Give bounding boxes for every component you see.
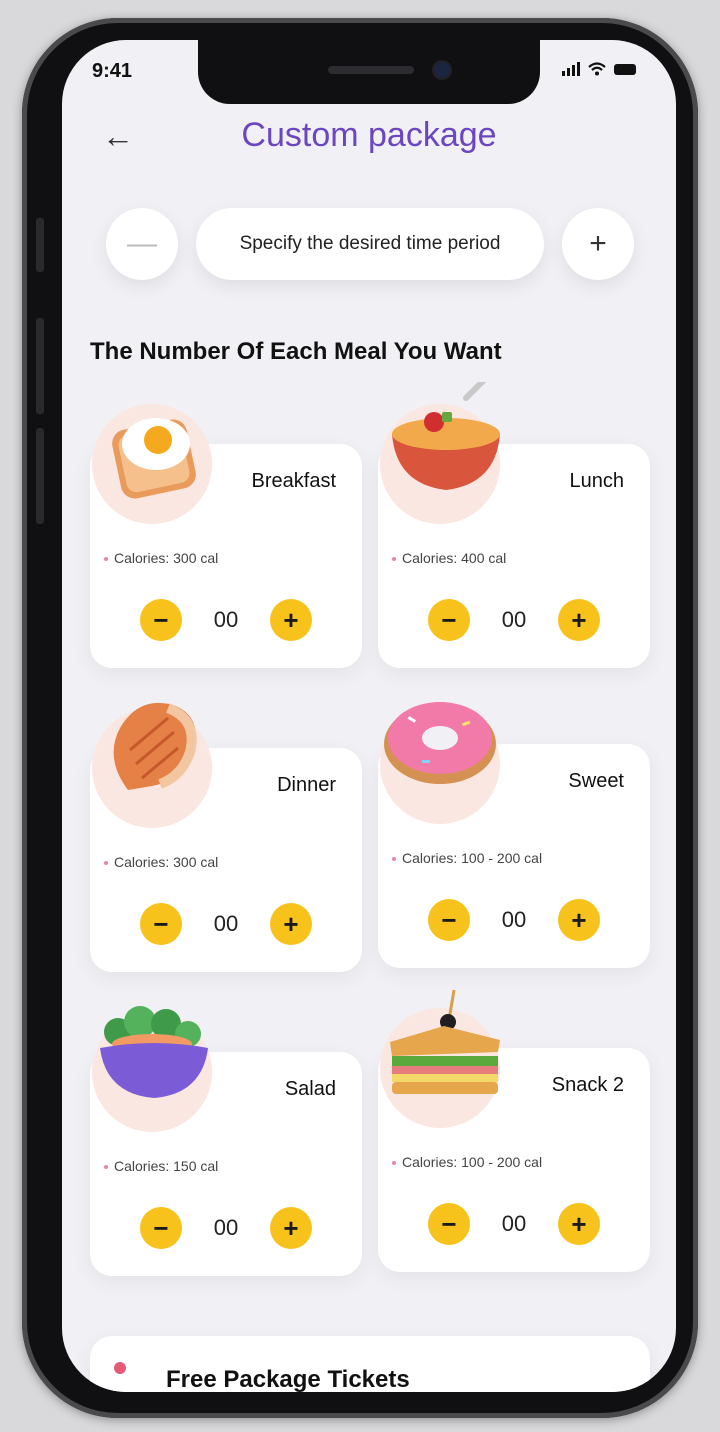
decrease-button[interactable]: −	[428, 599, 470, 641]
meal-card-lunch: Lunch Calories: 400 cal − 00 +	[378, 382, 650, 668]
signal-icon	[562, 62, 580, 76]
calories-text: Calories: 100 - 200 cal	[402, 850, 543, 866]
volume-down-button	[36, 428, 44, 524]
decrease-button[interactable]: −	[140, 1207, 182, 1249]
increase-button[interactable]: +	[269, 1207, 312, 1249]
notch	[198, 40, 540, 104]
meal-card-salad: Salad Calories: 150 cal − 00 +	[90, 1006, 362, 1276]
status-time: 9:41	[92, 60, 133, 82]
quantity-value: 00	[213, 607, 239, 632]
mute-switch	[36, 218, 44, 272]
quantity-stepper: − 00 +	[140, 902, 312, 946]
meal-title: Lunch	[569, 470, 625, 492]
dinner-steak-icon	[113, 702, 197, 790]
period-increase-button[interactable]: +	[562, 208, 634, 280]
snack-sandwich-icon	[390, 989, 500, 1094]
increase-button[interactable]: +	[269, 903, 312, 945]
app-screen: 9:41 ← Custom package — Specify the desi…	[62, 40, 676, 1392]
calories-text: Calories: 100 - 200 cal	[402, 1154, 543, 1170]
quantity-stepper: − 00 +	[428, 898, 600, 942]
period-decrease-button[interactable]: —	[106, 208, 178, 280]
meal-card-dinner: Dinner Calories: 300 cal − 00 +	[90, 702, 362, 972]
decrease-button[interactable]: −	[140, 903, 182, 945]
decrease-button[interactable]: −	[428, 1203, 470, 1245]
volume-up-button	[36, 318, 44, 414]
calories-text: Calories: 400 cal	[402, 550, 507, 566]
calories-text: Calories: 150 cal	[114, 1158, 219, 1174]
quantity-value: 00	[501, 907, 527, 932]
lunch-noodle-bowl-icon	[392, 382, 500, 490]
meal-title: Breakfast	[251, 470, 336, 492]
meal-title: Sweet	[568, 770, 624, 792]
calories-text: Calories: 300 cal	[114, 854, 219, 870]
meal-calories: Calories: 150 cal	[104, 1158, 218, 1174]
meal-title: Salad	[284, 1078, 336, 1100]
quantity-value: 00	[213, 1215, 239, 1240]
quantity-stepper: − 00 +	[428, 1202, 600, 1246]
camera	[434, 62, 450, 78]
meal-card-snack-2: Snack 2 Calories: 100 - 200 cal − 00 +	[378, 989, 650, 1272]
quantity-value: 00	[501, 1211, 527, 1236]
meal-calories: Calories: 100 - 200 cal	[392, 1154, 542, 1170]
meal-calories: Calories: 100 - 200 cal	[392, 850, 542, 866]
meal-title: Dinner	[277, 774, 336, 796]
quantity-stepper: − 00 +	[140, 598, 312, 642]
meal-calories: Calories: 400 cal	[392, 550, 506, 566]
decrease-button[interactable]: −	[428, 899, 470, 941]
status-icons	[562, 62, 636, 76]
increase-button[interactable]: +	[269, 599, 312, 641]
free-package-tickets-title: Free Package Tickets	[166, 1366, 410, 1392]
quantity-stepper: − 00 +	[428, 598, 600, 642]
battery-icon	[614, 63, 636, 75]
quantity-stepper: − 00 +	[140, 1206, 312, 1250]
calories-text: Calories: 300 cal	[114, 550, 219, 566]
page-title: Custom package	[241, 116, 497, 154]
wifi-icon	[588, 62, 606, 76]
time-period-selector[interactable]: Specify the desired time period	[196, 208, 544, 280]
speaker	[328, 66, 414, 74]
quantity-value: 00	[213, 911, 239, 936]
increase-button[interactable]: +	[557, 599, 600, 641]
meal-title: Snack 2	[551, 1074, 624, 1096]
meal-calories: Calories: 300 cal	[104, 854, 218, 870]
meals-section-title: The Number Of Each Meal You Want	[90, 338, 502, 365]
increase-button[interactable]: +	[557, 899, 600, 941]
free-package-tickets-card[interactable]: Free Package Tickets	[90, 1336, 650, 1392]
ticket-icon	[114, 1362, 126, 1374]
meal-card-breakfast: Breakfast Calories: 300 cal − 00 +	[90, 404, 362, 668]
meal-card-sweet: Sweet Calories: 100 - 200 cal − 00 +	[378, 702, 650, 968]
sweet-donut-icon	[384, 702, 496, 784]
breakfast-egg-toast-icon	[112, 418, 196, 499]
increase-button[interactable]: +	[557, 1203, 600, 1245]
salad-bowl-icon	[100, 1006, 208, 1098]
meal-calories: Calories: 300 cal	[104, 550, 218, 566]
decrease-button[interactable]: −	[140, 599, 182, 641]
quantity-value: 00	[501, 607, 527, 632]
